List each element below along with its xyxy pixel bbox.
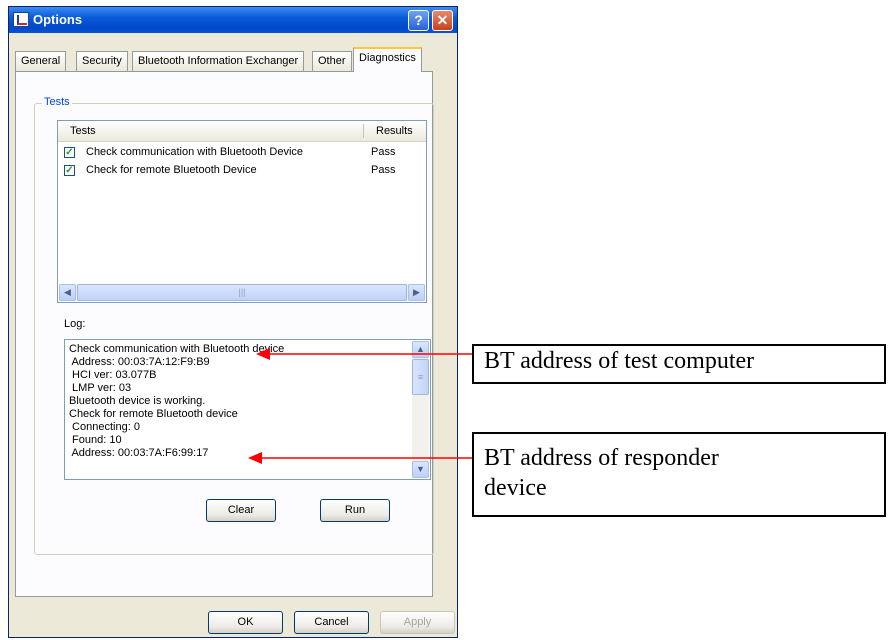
annotation-responder-line2: device (484, 475, 547, 501)
annotation-test-computer: BT address of test computer (472, 344, 886, 384)
arrowhead-responder (248, 452, 262, 464)
annotation-responder-line1: BT address of responder (484, 445, 719, 471)
annotation-arrows (248, 348, 472, 464)
tab-diagnostics[interactable]: Diagnostics (353, 47, 422, 72)
arrowhead-test-computer (256, 348, 270, 360)
annotation-test-computer-text: BT address of test computer (484, 348, 755, 374)
annotation-responder: BT address of responder device (472, 432, 886, 517)
